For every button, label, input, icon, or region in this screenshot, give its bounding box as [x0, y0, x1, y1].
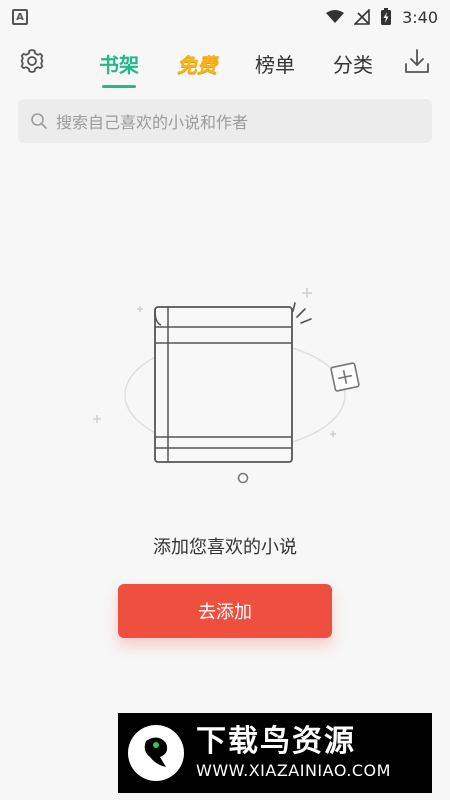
add-novel-button[interactable]: 去添加 [118, 584, 332, 638]
empty-state-message: 添加您喜欢的小说 [153, 537, 297, 558]
app-notification-icon: A [12, 9, 28, 25]
watermark-title: 下载鸟资源 [196, 724, 356, 759]
gear-icon [20, 49, 44, 73]
search-icon [31, 113, 47, 129]
tab-categories[interactable]: 分类 [314, 38, 392, 88]
settings-button[interactable] [15, 44, 49, 78]
search-input[interactable]: 搜索自己喜欢的小说和作者 [18, 99, 432, 143]
tab-free-label: 免费 [177, 52, 217, 77]
download-button[interactable] [400, 44, 434, 78]
wifi-icon [326, 10, 345, 23]
top-nav: 书架 免费 榜单 分类 [0, 38, 450, 88]
watermark-url: WWW.XIAZAINIAO.COM [196, 761, 391, 780]
tab-free[interactable]: 免费 [158, 38, 236, 88]
clock: 3:40 [402, 7, 438, 27]
watermark-text: 下载鸟资源 WWW.XIAZAINIAO.COM [196, 724, 391, 782]
empty-bookshelf-illustration [93, 288, 360, 484]
download-icon [405, 49, 429, 73]
tab-bar: 书架 免费 榜单 分类 [80, 38, 392, 88]
tab-bookshelf[interactable]: 书架 [80, 38, 158, 88]
status-bar: A 3:40 [0, 0, 450, 34]
no-signal-icon [354, 9, 370, 25]
search-placeholder: 搜索自己喜欢的小说和作者 [56, 113, 249, 132]
tab-bookshelf-label: 书架 [99, 52, 139, 77]
status-icons: 3:40 [326, 8, 438, 27]
active-tab-indicator [102, 85, 136, 88]
tab-categories-label: 分类 [333, 52, 373, 77]
watermark-banner: 下载鸟资源 WWW.XIAZAINIAO.COM [118, 713, 432, 793]
bird-logo-icon [128, 725, 184, 781]
app-notification-letter: A [16, 11, 24, 23]
tab-rankings-label: 榜单 [255, 52, 295, 77]
battery-charging-icon [381, 8, 392, 25]
tab-rankings[interactable]: 榜单 [236, 38, 314, 88]
